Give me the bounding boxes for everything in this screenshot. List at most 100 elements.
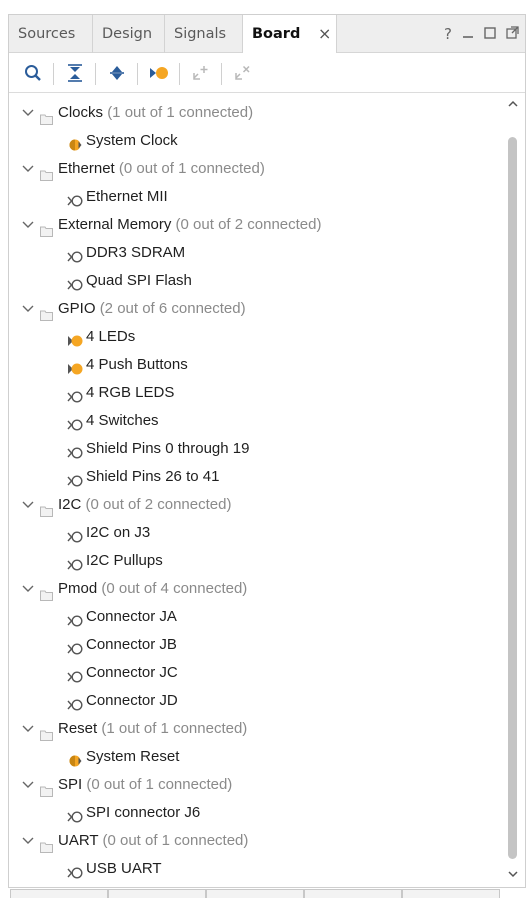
show-connected-icon[interactable] [147, 61, 171, 85]
interface-label: 4 RGB LEDS [86, 384, 175, 401]
expand-all-icon[interactable] [105, 61, 129, 85]
tree-item-row[interactable]: Quad SPI Flash [9, 267, 507, 295]
interface-unconnected-icon [67, 806, 83, 823]
group-name: I2C [58, 496, 82, 513]
bottom-tab[interactable] [206, 889, 304, 898]
chevron-down-icon[interactable] [21, 771, 35, 799]
tab-board-label: Board [252, 26, 301, 42]
folder-icon [40, 107, 53, 125]
close-tab-icon[interactable]: × [318, 15, 331, 53]
minimize-icon[interactable] [462, 15, 474, 53]
collapse-all-icon[interactable] [63, 61, 87, 85]
folder-icon [40, 219, 53, 237]
tree-group-row[interactable]: Clocks (1 out of 1 connected) [9, 99, 507, 127]
tree-item-row[interactable]: Connector JA [9, 603, 507, 631]
scroll-up-icon[interactable] [507, 97, 519, 111]
bottom-tab[interactable] [10, 889, 108, 898]
vertical-scrollbar[interactable] [507, 97, 519, 883]
bottom-tab[interactable] [108, 889, 206, 898]
bottom-tab[interactable] [304, 889, 402, 898]
tab-signals[interactable]: Signals [165, 15, 243, 53]
interface-unconnected-icon [67, 694, 83, 711]
tree-group-row[interactable]: GPIO (2 out of 6 connected) [9, 295, 507, 323]
group-label: External Memory (0 out of 2 connected) [58, 211, 321, 239]
group-name: Reset [58, 720, 98, 737]
toolbar-separator [221, 63, 222, 85]
chevron-down-icon[interactable] [21, 99, 35, 127]
interface-unconnected-icon [67, 470, 83, 487]
group-label: GPIO (2 out of 6 connected) [58, 295, 246, 323]
interface-label: DDR3 SDRAM [86, 244, 186, 261]
group-count: (0 out of 4 connected) [101, 580, 248, 597]
tree-item-row[interactable]: Connector JB [9, 631, 507, 659]
chevron-down-icon[interactable] [21, 491, 35, 519]
interface-label: Shield Pins 26 to 41 [86, 468, 220, 485]
group-label: Clocks (1 out of 1 connected) [58, 99, 253, 127]
tree-item-row[interactable]: System Clock [9, 127, 507, 155]
scroll-down-icon[interactable] [507, 867, 519, 881]
search-icon[interactable] [21, 61, 45, 85]
tree-item-row[interactable]: Shield Pins 26 to 41 [9, 463, 507, 491]
chevron-down-icon[interactable] [21, 575, 35, 603]
tree-item-row[interactable]: Ethernet MII [9, 183, 507, 211]
tree-item-row[interactable]: USB UART [9, 855, 507, 883]
folder-icon [40, 835, 53, 853]
group-count: (0 out of 1 connected) [102, 832, 249, 849]
chevron-down-icon[interactable] [21, 295, 35, 323]
chevron-down-icon[interactable] [21, 827, 35, 855]
interface-label: Connector JB [86, 636, 177, 653]
tree-item-row[interactable]: I2C on J3 [9, 519, 507, 547]
tree-item-row[interactable]: 4 LEDs [9, 323, 507, 351]
window-controls: ? [444, 15, 519, 53]
group-label: SPI (0 out of 1 connected) [58, 771, 232, 799]
folder-icon [40, 723, 53, 741]
chevron-down-icon[interactable] [21, 155, 35, 183]
toolbar-separator [53, 63, 54, 85]
tree-item-row[interactable]: 4 RGB LEDS [9, 379, 507, 407]
interface-label: SPI connector J6 [86, 804, 201, 821]
group-label: Pmod (0 out of 4 connected) [58, 575, 247, 603]
tree-group-row[interactable]: SPI (0 out of 1 connected) [9, 771, 507, 799]
tree-item-row[interactable]: System Reset [9, 743, 507, 771]
interface-unconnected-icon [67, 862, 83, 879]
group-label: UART (0 out of 1 connected) [58, 827, 248, 855]
interface-connected-icon [67, 750, 83, 767]
interface-connected-icon [67, 134, 83, 151]
tree-group-row[interactable]: Ethernet (0 out of 1 connected) [9, 155, 507, 183]
chevron-down-icon[interactable] [21, 715, 35, 743]
tree-item-row[interactable]: 4 Push Buttons [9, 351, 507, 379]
tree-item-row[interactable]: I2C Pullups [9, 547, 507, 575]
interface-unconnected-icon [67, 638, 83, 655]
tab-design[interactable]: Design [93, 15, 165, 53]
interface-label: Connector JC [86, 664, 178, 681]
tree-item-row[interactable]: Connector JD [9, 687, 507, 715]
group-count: (1 out of 1 connected) [107, 104, 254, 121]
float-icon[interactable] [506, 15, 519, 53]
tree-item-row[interactable]: DDR3 SDRAM [9, 239, 507, 267]
interface-unconnected-icon [67, 526, 83, 543]
chevron-down-icon[interactable] [21, 211, 35, 239]
tree-item-row[interactable]: 4 Switches [9, 407, 507, 435]
bottom-tab[interactable] [402, 889, 500, 898]
tree-group-row[interactable]: I2C (0 out of 2 connected) [9, 491, 507, 519]
tree-group-row[interactable]: External Memory (0 out of 2 connected) [9, 211, 507, 239]
tree-item-row[interactable]: Shield Pins 0 through 19 [9, 435, 507, 463]
interface-unconnected-icon [67, 246, 83, 263]
tree-group-row[interactable]: UART (0 out of 1 connected) [9, 827, 507, 855]
group-count: (0 out of 2 connected) [175, 216, 322, 233]
maximize-icon[interactable] [484, 15, 496, 53]
group-name: Ethernet [58, 160, 115, 177]
tree-item-row[interactable]: SPI connector J6 [9, 799, 507, 827]
tab-bar: Sources Design Signals Board × ? [9, 15, 525, 53]
tree-item-row[interactable]: Connector JC [9, 659, 507, 687]
interface-label: Connector JD [86, 692, 178, 709]
scroll-thumb[interactable] [508, 137, 517, 859]
tab-sources[interactable]: Sources [9, 15, 93, 53]
help-icon[interactable]: ? [444, 15, 452, 53]
toolbar [9, 53, 525, 93]
group-count: (0 out of 1 connected) [86, 776, 233, 793]
interface-label: Quad SPI Flash [86, 272, 192, 289]
tree-group-row[interactable]: Reset (1 out of 1 connected) [9, 715, 507, 743]
tree-group-row[interactable]: Pmod (0 out of 4 connected) [9, 575, 507, 603]
board-tree: Clocks (1 out of 1 connected) System Cloc… [9, 97, 507, 883]
